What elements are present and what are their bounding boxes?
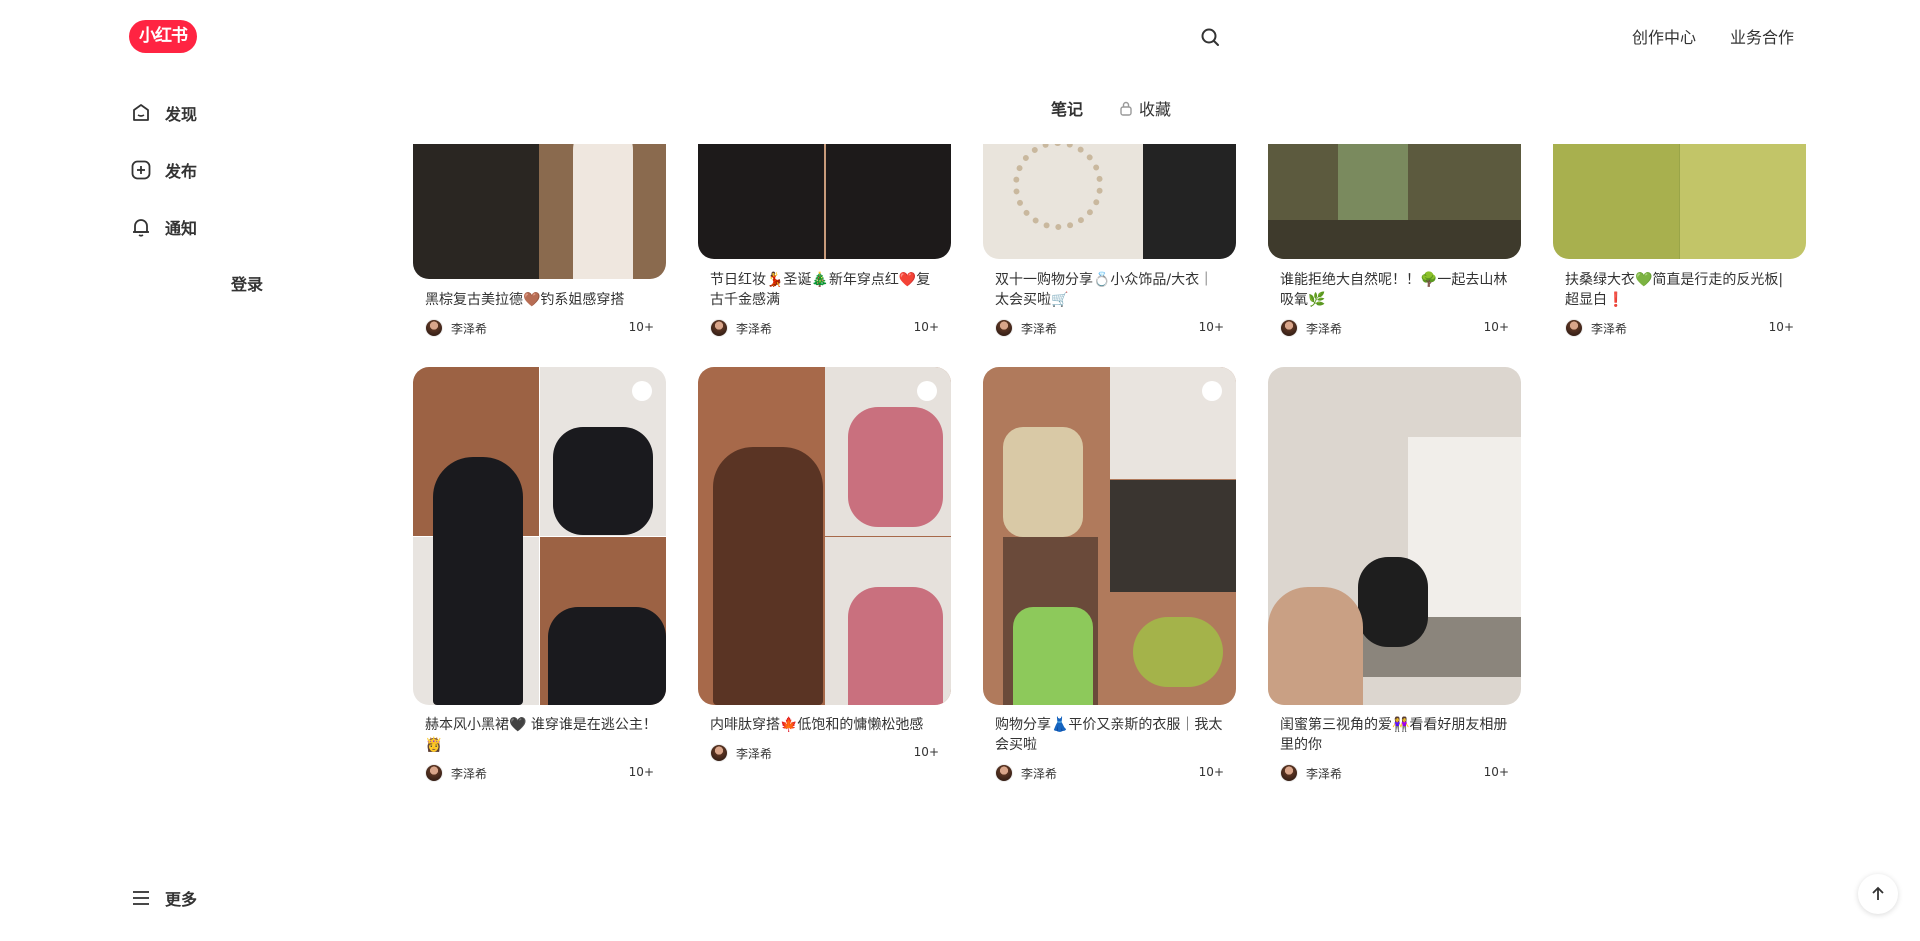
sidebar-item-notifications[interactable]: 通知 — [129, 207, 197, 247]
select-circle-icon[interactable] — [917, 381, 937, 401]
avatar — [1280, 764, 1298, 782]
menu-icon — [129, 886, 153, 910]
search-icon[interactable] — [1198, 25, 1222, 49]
sidebar-item-label: 发布 — [165, 162, 198, 181]
lock-icon — [1119, 100, 1133, 116]
note-author[interactable]: 李泽希 — [995, 764, 1057, 782]
more-menu-button[interactable]: 更多 — [129, 886, 197, 910]
note-card[interactable]: 赫本风小黑裙🖤 谁穿谁是在逃公主！👸 李泽希 10+ — [413, 367, 666, 787]
note-card[interactable]: 内啡肽穿搭🍁低饱和的慵懒松弛感 李泽希 10+ — [698, 367, 951, 787]
note-author[interactable]: 李泽希 — [710, 319, 772, 337]
like-count[interactable]: 10+ — [1484, 765, 1509, 779]
arrow-up-icon — [1869, 885, 1887, 903]
note-author[interactable]: 李泽希 — [1280, 764, 1342, 782]
note-title[interactable]: 节日红妆💃圣诞🎄新年穿点红❤️复古千金感满 — [710, 270, 942, 310]
plus-square-icon — [129, 158, 153, 182]
like-count[interactable]: 10+ — [1199, 320, 1224, 334]
avatar — [710, 319, 728, 337]
note-title[interactable]: 扶桑绿大衣💚简直是行走的反光板|超显白❗️ — [1565, 270, 1797, 310]
avatar — [425, 764, 443, 782]
sidebar-item-label: 发现 — [165, 105, 198, 124]
login-button[interactable]: 登录 — [231, 271, 263, 295]
like-count[interactable]: 10+ — [1199, 765, 1224, 779]
avatar — [1565, 319, 1583, 337]
note-title[interactable]: 内啡肽穿搭🍁低饱和的慵懒松弛感 — [710, 715, 942, 735]
note-author[interactable]: 李泽希 — [995, 319, 1057, 337]
note-title[interactable]: 谁能拒绝大自然呢！！🌳一起去山林吸氧🌿 — [1280, 270, 1512, 310]
sidebar-item-publish[interactable]: 发布 — [129, 150, 197, 190]
note-cover[interactable] — [983, 367, 1236, 705]
tab-notes[interactable]: 笔记 — [1051, 96, 1083, 120]
note-title[interactable]: 双十一购物分享💍小众饰品/大衣｜太会买啦🛒 — [995, 270, 1227, 310]
note-title[interactable]: 闺蜜第三视角的爱👭看看好朋友相册里的你 — [1280, 715, 1512, 755]
note-card[interactable]: 闺蜜第三视角的爱👭看看好朋友相册里的你 李泽希 10+ — [1268, 367, 1521, 787]
like-count[interactable]: 10+ — [1769, 320, 1794, 334]
bell-icon — [129, 215, 153, 239]
tab-favorites[interactable]: 收藏 — [1119, 96, 1171, 120]
note-title[interactable]: 赫本风小黑裙🖤 谁穿谁是在逃公主！👸 — [425, 715, 657, 755]
note-title[interactable]: 购物分享👗平价又亲斯的衣服｜我太会买啦 — [995, 715, 1227, 755]
select-circle-icon[interactable] — [1202, 381, 1222, 401]
top-bar: 小红书 创作中心 业务合作 — [0, 0, 1920, 72]
logo[interactable]: 小红书 — [129, 20, 197, 53]
note-card[interactable]: 购物分享👗平价又亲斯的衣服｜我太会买啦 李泽希 10+ — [983, 367, 1236, 787]
note-cover[interactable] — [698, 367, 951, 705]
note-author[interactable]: 李泽希 — [710, 744, 772, 762]
like-count[interactable]: 10+ — [629, 765, 654, 779]
like-count[interactable]: 10+ — [1484, 320, 1509, 334]
note-cover[interactable] — [1268, 367, 1521, 705]
note-cover[interactable] — [413, 367, 666, 705]
creator-center-link[interactable]: 创作中心 — [1632, 24, 1696, 48]
note-author[interactable]: 李泽希 — [425, 319, 487, 337]
business-link[interactable]: 业务合作 — [1730, 24, 1794, 48]
sidebar-item-discover[interactable]: 发现 — [129, 93, 197, 133]
like-count[interactable]: 10+ — [914, 320, 939, 334]
sidebar-item-label: 通知 — [165, 219, 198, 238]
avatar — [995, 319, 1013, 337]
avatar — [995, 764, 1013, 782]
note-author[interactable]: 李泽希 — [425, 764, 487, 782]
avatar — [425, 319, 443, 337]
note-author[interactable]: 李泽希 — [1565, 319, 1627, 337]
note-title[interactable]: 黑棕复古美拉德🤎钓系姐感穿搭 — [425, 290, 657, 310]
note-author[interactable]: 李泽希 — [1280, 319, 1342, 337]
select-circle-icon[interactable] — [632, 381, 652, 401]
avatar — [710, 744, 728, 762]
back-to-top-button[interactable] — [1858, 874, 1898, 914]
profile-tabs: 笔记 收藏 — [320, 72, 1820, 144]
like-count[interactable]: 10+ — [914, 745, 939, 759]
avatar — [1280, 319, 1298, 337]
home-icon — [129, 101, 153, 125]
like-count[interactable]: 10+ — [629, 320, 654, 334]
